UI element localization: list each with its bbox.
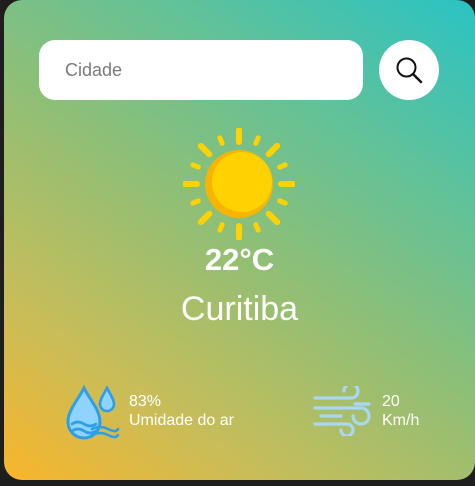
humidity-info: 83% Umidade do ar [129,392,234,430]
city-search-input[interactable] [63,58,347,82]
sun-ray [217,222,225,233]
wind-info: 20 Km/h [382,392,419,430]
sun-ray [190,198,201,206]
sun-ray [190,162,201,170]
humidity-drop-icon [66,384,120,440]
temperature-value: 22°C [204,242,275,277]
sun-ray [217,135,225,146]
sun-ray [265,210,281,226]
weather-card: 22°C Curitiba 83% Umidade do ar 20 Km/h [4,0,475,480]
humidity-label: Umidade do ar [129,412,234,429]
wind-unit: Km/h [382,412,420,429]
sun-ray [197,142,213,158]
sun-ray [277,198,288,206]
search-button[interactable] [379,40,439,100]
sun-icon [183,128,295,240]
search-icon [396,57,423,84]
search-bar[interactable] [39,40,363,100]
wind-icon [313,386,371,436]
sun-ray [277,162,288,170]
sun-ray [265,142,281,158]
sun-ray [197,210,213,226]
humidity-value: 83% [129,393,162,410]
city-name: Curitiba [180,290,299,328]
wind-value: 20 [382,393,400,410]
sun-ray [253,135,261,146]
sun-ray [253,222,261,233]
